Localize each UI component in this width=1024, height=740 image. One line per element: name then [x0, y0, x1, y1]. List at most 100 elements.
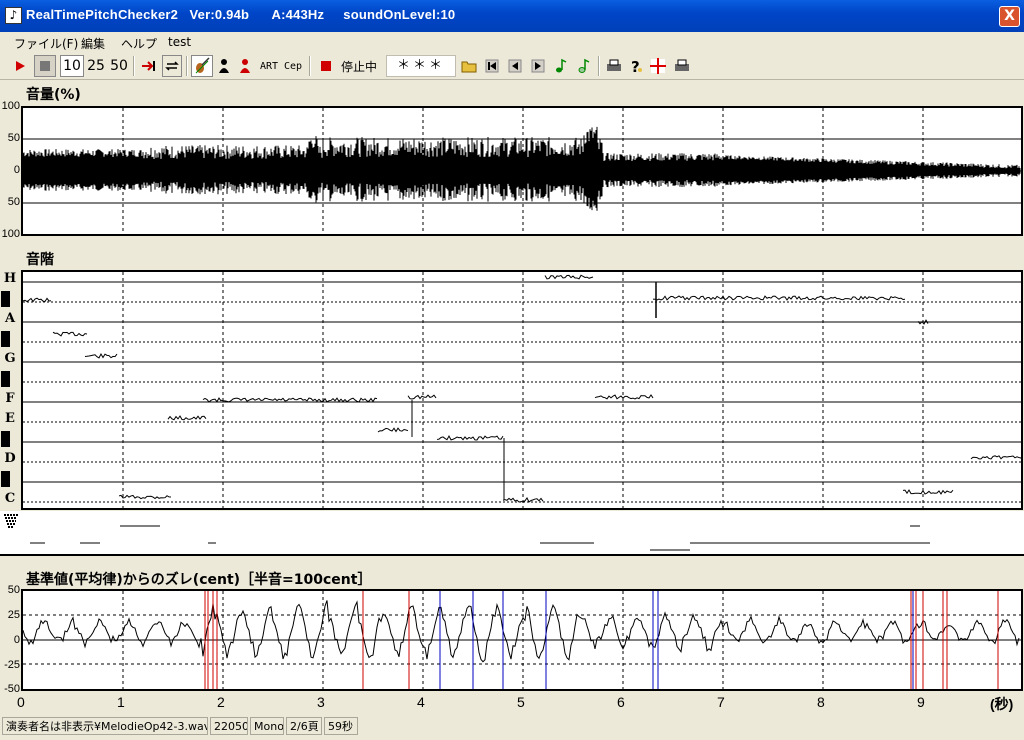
cent-graph[interactable] — [21, 589, 1023, 691]
status-channel: Mono — [250, 717, 284, 735]
x-tick: 5 — [517, 694, 525, 710]
printer-icon — [607, 59, 621, 71]
play-icon — [16, 61, 25, 71]
toolbar: 10 25 50 ART Cep 停止中 ＊＊＊ ? — [0, 53, 1024, 80]
black-key — [1, 371, 10, 387]
menu-bar: ファイル(F) 編集 ヘルプ test — [0, 32, 1024, 52]
print-setup-button[interactable] — [672, 55, 692, 77]
pitch-segment — [84, 352, 118, 359]
app-window: ♪ RealTimePitchChecker2 Ver:0.94b A:443H… — [0, 0, 1024, 740]
x-tick: 1 — [117, 694, 125, 710]
cent-title: 基準値(平均律)からのズレ(cent)［半音=100cent］ — [26, 572, 372, 588]
toolbar-separator — [598, 56, 600, 76]
jump-end-button[interactable] — [139, 55, 159, 77]
help-icon: ? — [631, 58, 642, 74]
folder-icon — [461, 61, 477, 73]
black-key — [1, 291, 10, 307]
cep-button[interactable]: Cep — [282, 55, 304, 77]
volume-ytick: 50 — [7, 196, 20, 208]
loop-icon — [165, 61, 179, 71]
art-button[interactable]: ART — [258, 55, 280, 77]
pitch-segment — [436, 434, 504, 441]
stop-red-icon — [321, 61, 331, 71]
black-key — [1, 431, 10, 447]
open-file-button[interactable] — [460, 55, 480, 77]
music-note-outline-icon — [578, 58, 590, 73]
x-tick: 0 — [17, 694, 25, 710]
stop-status-label: 停止中 — [340, 59, 377, 74]
play-button[interactable] — [10, 55, 30, 77]
violin-button[interactable] — [191, 55, 213, 77]
prev-icon — [508, 59, 522, 73]
first-page-button[interactable] — [482, 55, 502, 77]
x-tick: 3 — [317, 694, 325, 710]
pitch-graph[interactable] — [21, 270, 1023, 510]
stop-button[interactable] — [34, 55, 56, 77]
close-button[interactable]: X — [999, 6, 1020, 27]
pitch-segment — [652, 295, 906, 301]
toolbar-separator — [133, 56, 135, 76]
cent-ytick: -25 — [4, 659, 20, 671]
toolbar-separator — [186, 56, 188, 76]
pitch-segment — [902, 489, 954, 495]
toolbar-separator — [309, 56, 311, 76]
cent-trace — [23, 591, 1021, 689]
marker-strip — [0, 511, 1024, 556]
scale-title: 音階 — [26, 252, 54, 268]
help-button[interactable]: ? — [627, 55, 645, 77]
x-tick: 2 — [217, 694, 225, 710]
marker-dashes — [4, 514, 930, 551]
window-title: RealTimePitchChecker2 Ver:0.94b A:443Hz … — [26, 7, 456, 22]
cent-ytick: 25 — [7, 609, 20, 621]
note-label-h: H — [3, 271, 17, 286]
x-tick: 8 — [817, 694, 825, 710]
status-bar: 演奏者名は非表示¥MelodieOp42-3.wav 22050 Mono 2/… — [0, 715, 1024, 740]
pitch-segment — [594, 394, 654, 400]
volume-graph[interactable] — [21, 106, 1023, 236]
x-tick: 7 — [717, 694, 725, 710]
cent-ytick: 0 — [13, 634, 20, 646]
print-button[interactable] — [604, 55, 624, 77]
prev-page-button[interactable] — [505, 55, 525, 77]
pitch-segment — [970, 455, 1021, 460]
menu-edit[interactable]: 編集 — [81, 35, 105, 52]
grid-icon — [650, 58, 666, 74]
zoom-25-button[interactable]: 25 — [85, 55, 107, 77]
pitch-trace — [23, 272, 1021, 508]
arrow-to-bar-icon — [142, 61, 155, 71]
note-label-c: C — [4, 491, 16, 506]
stop-indicator — [318, 55, 334, 77]
note-green-button[interactable] — [551, 55, 571, 77]
title-bar: ♪ RealTimePitchChecker2 Ver:0.94b A:443H… — [0, 0, 1024, 32]
menu-file[interactable]: ファイル(F) — [14, 35, 78, 52]
zoom-10-button[interactable]: 10 — [60, 55, 84, 77]
volume-ytick: 100 — [1, 228, 20, 240]
singer-black-button[interactable] — [215, 55, 233, 77]
svg-text:?: ? — [631, 58, 640, 74]
next-page-button[interactable] — [528, 55, 548, 77]
pitch-segment — [118, 494, 172, 500]
pitch-segment — [220, 397, 378, 403]
person-icon — [219, 59, 229, 73]
x-tick: 4 — [417, 694, 425, 710]
settings-button[interactable] — [648, 55, 668, 77]
black-key — [1, 471, 10, 487]
skip-first-icon — [485, 59, 499, 73]
next-icon — [531, 59, 545, 73]
menu-test[interactable]: test — [168, 35, 191, 49]
app-icon: ♪ — [5, 7, 22, 24]
status-rate: 22050 — [210, 717, 248, 735]
pitch-segment — [544, 274, 594, 280]
pitch-segment — [502, 497, 544, 503]
cent-ytick: 50 — [7, 584, 20, 596]
loop-button[interactable] — [162, 55, 182, 77]
volume-ytick: 0 — [13, 164, 20, 176]
x-axis-unit: (秒) — [990, 696, 1014, 712]
violin-icon — [195, 57, 210, 74]
note-green-outline-button[interactable] — [574, 55, 594, 77]
menu-help[interactable]: ヘルプ — [121, 35, 157, 52]
volume-waveform — [23, 108, 1021, 234]
zoom-50-button[interactable]: 50 — [108, 55, 130, 77]
note-label-g: G — [4, 351, 16, 366]
singer-red-button[interactable] — [236, 55, 254, 77]
